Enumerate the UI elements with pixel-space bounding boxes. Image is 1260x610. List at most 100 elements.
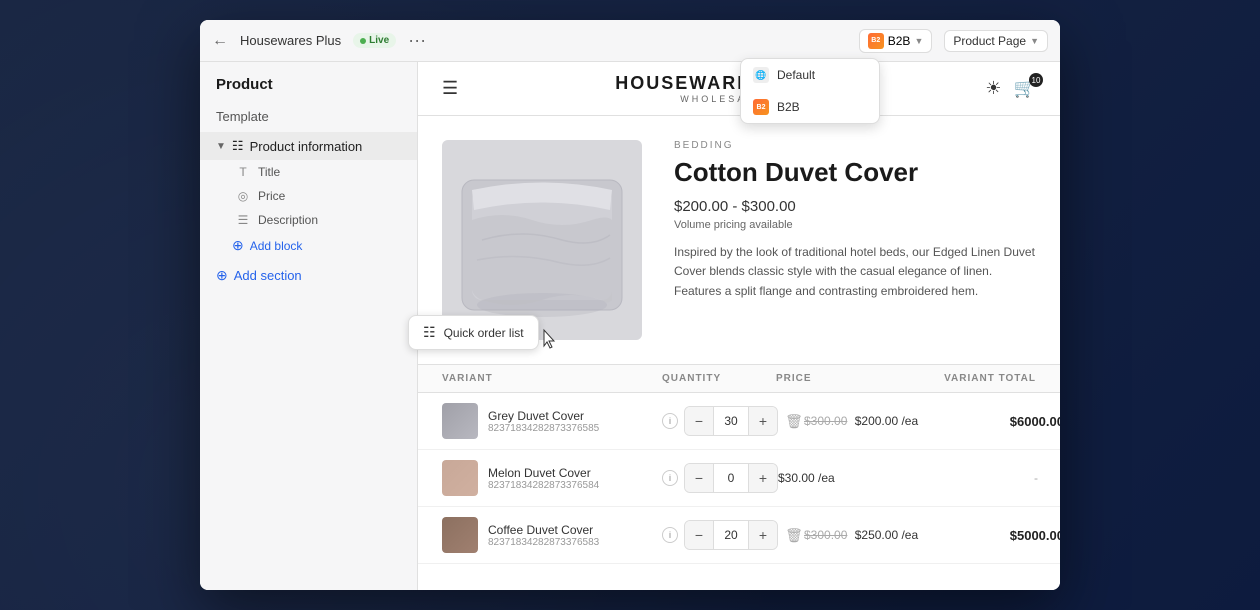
price-cell-coffee: $300.00 $250.00 /ea <box>804 528 924 542</box>
table-row: Melon Duvet Cover 82371834282873376584 i… <box>418 450 1060 507</box>
title-label: Title <box>258 165 280 179</box>
qty-stepper-grey[interactable]: − + <box>684 406 778 436</box>
trash-icon-coffee[interactable]: 🗑 <box>784 525 804 545</box>
hamburger-icon[interactable]: ☰ <box>442 78 458 99</box>
qty-info-icon[interactable]: i <box>662 413 678 429</box>
price-cell-melon: $30.00 /ea <box>778 471 898 485</box>
add-section-circle-icon: ⊕ <box>216 267 228 284</box>
col-variant: VARIANT <box>442 373 662 384</box>
description-label: Description <box>258 213 318 227</box>
add-block-button[interactable]: ⊕ Add block <box>208 232 417 259</box>
variant-sku-melon: 82371834282873376584 <box>488 480 599 491</box>
b2b-chevron-icon: ▼ <box>914 36 923 46</box>
add-block-label: Add block <box>250 239 303 253</box>
sidebar-item-template[interactable]: Template <box>200 101 417 132</box>
grid-icon: ☷ <box>232 138 244 154</box>
current-price-grey: $200.00 /ea <box>855 414 918 428</box>
variant-name-grey: Grey Duvet Cover <box>488 409 599 423</box>
product-details: BEDDING Cotton Duvet Cover $200.00 - $30… <box>674 140 1036 340</box>
product-description: Inspired by the look of traditional hote… <box>674 243 1036 301</box>
qty-increase-grey[interactable]: + <box>749 407 777 435</box>
col-quantity: QUANTITY <box>662 373 776 384</box>
qty-stepper-coffee[interactable]: − + <box>684 520 778 550</box>
add-section-button[interactable]: ⊕ Add section <box>200 259 417 292</box>
text-icon: T <box>236 165 250 179</box>
description-icon: ☰ <box>236 213 250 227</box>
qty-increase-melon[interactable]: + <box>749 464 777 492</box>
product-info-label: Product information <box>250 139 363 154</box>
qty-info-icon-coffee[interactable]: i <box>662 527 678 543</box>
store-name: Housewares Plus <box>240 33 341 48</box>
total-cell-coffee: $5000.00 <box>924 528 1060 543</box>
more-options-button[interactable]: ··· <box>408 30 426 51</box>
current-price-melon: $30.00 /ea <box>778 471 835 485</box>
chevron-down-icon: ▼ <box>216 141 226 152</box>
trash-icon-grey[interactable]: 🗑 <box>784 411 804 431</box>
price-icon: ◎ <box>236 189 250 203</box>
qty-input-grey[interactable] <box>713 407 749 435</box>
quick-order-label: Quick order list <box>444 326 524 340</box>
top-bar: ← Housewares Plus Live ··· B2 B2B ▼ Prod… <box>200 20 1060 62</box>
b2b-icon: B2 <box>868 33 884 49</box>
qty-decrease-grey[interactable]: − <box>685 407 713 435</box>
qty-decrease-coffee[interactable]: − <box>685 521 713 549</box>
sidebar-group-product-info[interactable]: ▼ ☷ Product information <box>200 132 417 160</box>
header-icons: ☀ 🛒 10 <box>985 78 1036 99</box>
cart-icon[interactable]: 🛒 10 <box>1014 78 1036 99</box>
store-header: ☰ HOUSEWARES PLUS WHOLESALE ☀ 🛒 10 <box>418 62 1060 116</box>
col-price: PRICE <box>776 373 896 384</box>
qty-stepper-melon[interactable]: − + <box>684 463 778 493</box>
b2b-dropdown-icon: B2 <box>753 99 769 115</box>
variant-cell-grey: Grey Duvet Cover 82371834282873376585 <box>442 403 662 439</box>
product-category: BEDDING <box>674 140 1036 151</box>
total-cell-grey: $6000.00 <box>924 414 1060 429</box>
current-price-coffee: $250.00 /ea <box>855 528 918 542</box>
add-section-label: Add section <box>234 268 302 283</box>
sub-items: T Title ◎ Price ☰ Description ⊕ Add bloc… <box>200 160 417 259</box>
user-icon[interactable]: ☀ <box>985 78 1001 99</box>
qty-cell-melon: i − + <box>662 463 778 493</box>
table-row: Coffee Duvet Cover 82371834282873376583 … <box>418 507 1060 564</box>
product-price: $200.00 - $300.00 <box>674 198 1036 215</box>
b2b-label: B2B <box>888 34 911 48</box>
qty-input-coffee[interactable] <box>713 521 749 549</box>
sidebar-item-title[interactable]: T Title <box>208 160 417 184</box>
page-label: Product Page <box>953 34 1026 48</box>
total-cell-melon: - <box>898 471 1038 485</box>
qty-decrease-melon[interactable]: − <box>685 464 713 492</box>
sidebar: Product Template ▼ ☷ Product information… <box>200 62 418 590</box>
quick-order-popup: ☷ Quick order list <box>408 315 539 350</box>
order-table: VARIANT QUANTITY PRICE VARIANT TOTAL Gre… <box>418 364 1060 564</box>
dropdown-item-default[interactable]: 🌐 Default <box>741 59 879 91</box>
template-label: Template <box>216 109 269 124</box>
qty-input-melon[interactable] <box>713 464 749 492</box>
add-block-circle-icon: ⊕ <box>232 237 244 254</box>
variant-thumb-melon <box>442 460 478 496</box>
dropdown-item-b2b[interactable]: B2 B2B <box>741 91 879 123</box>
variant-cell-melon: Melon Duvet Cover 82371834282873376584 <box>442 460 662 496</box>
price-cell-grey: $300.00 $200.00 /ea <box>804 414 924 428</box>
quick-order-list-icon: ☷ <box>423 324 436 341</box>
dropdown-default-label: Default <box>777 68 815 82</box>
variant-thumb-coffee <box>442 517 478 553</box>
b2b-dropdown: 🌐 Default B2 B2B <box>740 58 880 124</box>
main-content: Product Template ▼ ☷ Product information… <box>200 62 1060 590</box>
sidebar-item-description[interactable]: ☰ Description <box>208 208 417 232</box>
live-badge: Live <box>353 33 396 48</box>
cart-badge: 10 <box>1029 73 1043 87</box>
variant-cell-coffee: Coffee Duvet Cover 82371834282873376583 <box>442 517 662 553</box>
original-price-coffee: $300.00 <box>804 528 847 542</box>
variant-sku-grey: 82371834282873376585 <box>488 423 599 434</box>
qty-cell-grey: i − + 🗑 <box>662 406 804 436</box>
b2b-selector[interactable]: B2 B2B ▼ <box>859 29 933 53</box>
volume-pricing-label: Volume pricing available <box>674 219 1036 231</box>
original-price-grey: $300.00 <box>804 414 847 428</box>
table-row: Grey Duvet Cover 82371834282873376585 i … <box>418 393 1060 450</box>
page-chevron-icon: ▼ <box>1030 36 1039 46</box>
sidebar-item-price[interactable]: ◎ Price <box>208 184 417 208</box>
qty-increase-coffee[interactable]: + <box>749 521 777 549</box>
back-button[interactable]: ← <box>212 32 228 50</box>
qty-info-icon-melon[interactable]: i <box>662 470 678 486</box>
page-selector[interactable]: Product Page ▼ <box>944 30 1048 52</box>
table-header: VARIANT QUANTITY PRICE VARIANT TOTAL <box>418 365 1060 393</box>
